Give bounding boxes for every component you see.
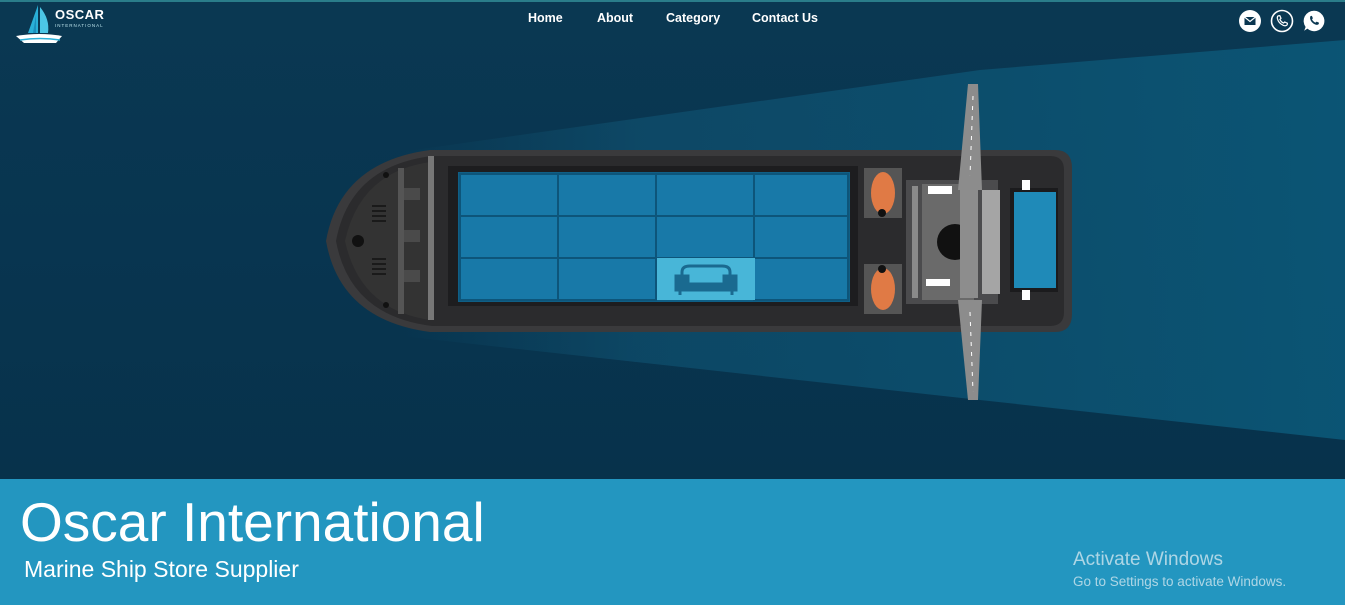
- nav-link-home[interactable]: Home: [528, 11, 563, 25]
- cargo-ship-illustration: [326, 84, 1072, 400]
- hero-title: Oscar International: [20, 491, 485, 553]
- nav-link-about[interactable]: About: [597, 11, 633, 25]
- activate-windows-message: Go to Settings to activate Windows.: [1073, 574, 1287, 589]
- phone-icon[interactable]: [1270, 9, 1294, 33]
- main-nav: Home About Category Contact Us: [0, 11, 1345, 31]
- whatsapp-icon[interactable]: [1302, 9, 1326, 33]
- activate-windows-title: Activate Windows: [1073, 549, 1223, 570]
- mail-icon[interactable]: [1238, 9, 1262, 33]
- nav-link-contact-us[interactable]: Contact Us: [752, 11, 818, 25]
- hero-section: OSCAR INTERNATIONAL Home About Category …: [0, 0, 1345, 479]
- hero-subtitle: Marine Ship Store Supplier: [24, 556, 299, 582]
- nav-link-category[interactable]: Category: [666, 11, 720, 25]
